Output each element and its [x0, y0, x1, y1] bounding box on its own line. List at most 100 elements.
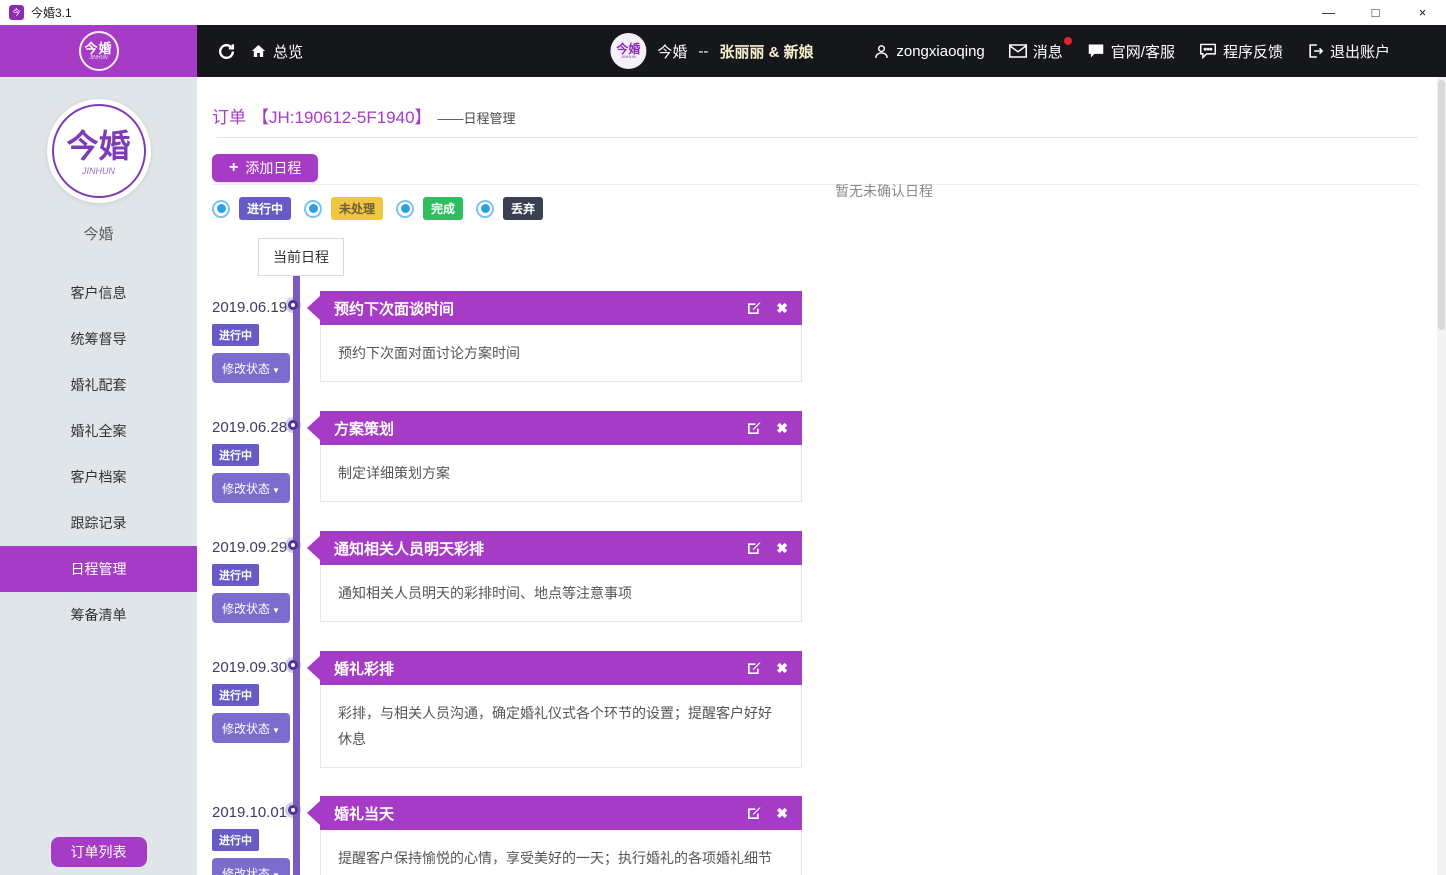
entry-status-badge: 进行中 — [212, 829, 259, 851]
logout-nav-item[interactable]: 退出账户 — [1307, 41, 1390, 62]
edit-icon[interactable] — [746, 805, 762, 821]
current-schedule-tab[interactable]: 当前日程 — [258, 238, 344, 276]
sidebar-menu: 客户信息 统筹督导 婚礼配套 婚礼全案 客户档案 跟踪记录 日程管理 — [0, 270, 197, 638]
status-filter: 丢弃 — [476, 197, 543, 220]
edit-icon[interactable] — [746, 300, 762, 316]
minimize-button[interactable]: — — [1305, 0, 1352, 25]
entry-meta: 2019.06.19 进行中 修改状态▼ — [212, 291, 292, 383]
logout-label: 退出账户 — [1330, 41, 1390, 62]
entry-status-badge: 进行中 — [212, 684, 259, 706]
sidebar-menu-item[interactable]: 婚礼配套 — [0, 362, 197, 408]
sidebar-menu-item[interactable]: 客户信息 — [0, 270, 197, 316]
sidebar-menu-item[interactable]: 筹备清单 — [0, 592, 197, 638]
timeline-entry: 2019.09.30 进行中 修改状态▼ 婚礼彩排 ✖ — [212, 651, 872, 768]
edit-icon[interactable] — [746, 420, 762, 436]
user-menu[interactable]: zongxiaoqing — [873, 43, 984, 60]
window-titlebar: 今 今婚3.1 — □ × — [0, 0, 1446, 25]
brand-name: 今婚 — [657, 41, 687, 62]
timeline-dot — [288, 805, 298, 815]
support-nav-item[interactable]: 官网/客服 — [1087, 41, 1175, 62]
status-filter: 完成 — [396, 197, 463, 220]
close-button[interactable]: × — [1399, 0, 1446, 25]
overview-nav-item[interactable]: 总览 — [250, 41, 303, 62]
feedback-nav-item[interactable]: 程序反馈 — [1199, 41, 1283, 62]
sidebar-menu-item[interactable]: 日程管理 — [0, 546, 197, 592]
status-filter-badge[interactable]: 未处理 — [331, 197, 383, 220]
scrollbar-thumb[interactable] — [1438, 80, 1445, 330]
status-filter-badge[interactable]: 完成 — [423, 197, 463, 220]
messages-nav-item[interactable]: 消息 — [1009, 41, 1063, 62]
page-title: 订单 【JH:190612-5F1940】 ——日程管理 — [212, 103, 1446, 128]
main-content: 订单 【JH:190612-5F1940】 ——日程管理 + 添加日程 进行中 … — [197, 77, 1446, 875]
schedule-card: 婚礼彩排 ✖ 彩排，与相关人员沟通，确定婚礼仪式各个环节的设置；提醒客户好好休息 — [320, 651, 802, 768]
sidebar-item-label: 婚礼配套 — [71, 375, 127, 395]
vertical-scrollbar[interactable] — [1437, 77, 1446, 875]
couple-names: 张丽丽 & 新娘 — [719, 41, 813, 62]
add-schedule-label: 添加日程 — [245, 158, 301, 178]
change-status-button[interactable]: 修改状态▼ — [212, 858, 290, 875]
card-arrow — [307, 801, 320, 825]
entry-meta: 2019.06.28 进行中 修改状态▼ — [212, 411, 292, 503]
sidebar-item-label: 客户信息 — [71, 283, 127, 303]
radio-button-icon[interactable] — [396, 200, 414, 218]
edit-icon[interactable] — [746, 540, 762, 556]
status-filter-badge[interactable]: 丢弃 — [503, 197, 543, 220]
sidebar-item-label: 统筹督导 — [71, 329, 127, 349]
card-header: 婚礼彩排 ✖ — [320, 651, 802, 685]
feedback-chat-icon — [1199, 43, 1217, 59]
messages-label: 消息 — [1033, 41, 1063, 62]
radio-button-icon[interactable] — [476, 200, 494, 218]
logout-icon — [1307, 43, 1324, 59]
card-header: 婚礼当天 ✖ — [320, 796, 802, 830]
status-filter-badge[interactable]: 进行中 — [239, 197, 291, 220]
top-nav: 今婚 JINHUN 总览 今婚 JINHUN 今婚 -- 张丽丽 & 新娘 zo… — [0, 25, 1446, 77]
sidebar-item-label: 客户档案 — [71, 467, 127, 487]
card-header: 预约下次面谈时间 ✖ — [320, 291, 802, 325]
card-description: 提醒客户保持愉悦的心情，享受美好的一天；执行婚礼的各项婚礼细节 — [320, 830, 802, 875]
timeline-dot — [288, 300, 298, 310]
sidebar-item-label: 筹备清单 — [71, 605, 127, 625]
card-description: 彩排，与相关人员沟通，确定婚礼仪式各个环节的设置；提醒客户好好休息 — [320, 685, 802, 768]
title-divider — [217, 137, 1418, 138]
card-arrow — [307, 536, 320, 560]
entry-meta: 2019.10.01 进行中 修改状态▼ — [212, 796, 292, 875]
schedule-card: 预约下次面谈时间 ✖ 预约下次面对面讨论方案时间 — [320, 291, 802, 383]
radio-button-icon[interactable] — [212, 200, 230, 218]
sidebar-menu-item[interactable]: 婚礼全案 — [0, 408, 197, 454]
sidebar-menu-item[interactable]: 统筹督导 — [0, 316, 197, 362]
nav-left-group: 总览 — [197, 41, 303, 62]
timeline-entry: 2019.06.19 进行中 修改状态▼ 预约下次面谈时间 ✖ — [212, 291, 872, 383]
card-title: 婚礼彩排 — [334, 658, 746, 679]
card-arrow — [307, 416, 320, 440]
timeline-dot — [288, 420, 298, 430]
add-schedule-button[interactable]: + 添加日程 — [212, 154, 318, 182]
schedule-card: 通知相关人员明天彩排 ✖ 通知相关人员明天的彩排时间、地点等注意事项 — [320, 531, 802, 623]
sidebar-menu-item[interactable]: 客户档案 — [0, 454, 197, 500]
entry-status-badge: 进行中 — [212, 324, 259, 346]
order-code: 【JH:190612-5F1940】 — [252, 103, 432, 128]
card-actions: ✖ — [746, 420, 788, 436]
entry-meta: 2019.09.30 进行中 修改状态▼ — [212, 651, 292, 768]
entry-date: 2019.09.29 — [212, 539, 292, 556]
card-title: 通知相关人员明天彩排 — [334, 538, 746, 559]
radio-button-icon[interactable] — [304, 200, 322, 218]
caret-down-icon: ▼ — [272, 486, 280, 495]
edit-icon[interactable] — [746, 660, 762, 676]
window-title: 今婚3.1 — [31, 4, 72, 21]
feedback-label: 程序反馈 — [1223, 41, 1283, 62]
page-title-suffix: ——日程管理 — [438, 108, 516, 127]
change-status-button[interactable]: 修改状态▼ — [212, 353, 290, 383]
sidebar-menu-item[interactable]: 跟踪记录 — [0, 500, 197, 546]
nav-brand-block: 今婚 JINHUN — [0, 25, 197, 77]
order-list-button[interactable]: 订单列表 — [51, 837, 147, 867]
change-status-button[interactable]: 修改状态▼ — [212, 593, 290, 623]
maximize-button[interactable]: □ — [1352, 0, 1399, 25]
change-status-button[interactable]: 修改状态▼ — [212, 473, 290, 503]
home-icon — [250, 43, 267, 59]
refresh-icon[interactable] — [217, 42, 236, 61]
status-filter-row: 进行中 未处理 完成 丢弃 — [212, 197, 1446, 220]
sidebar: 今婚 JINHUN 今婚 客户信息 统筹督导 婚礼配套 婚礼全案 客户档案 — [0, 77, 197, 875]
change-status-button[interactable]: 修改状态▼ — [212, 713, 290, 743]
card-actions: ✖ — [746, 540, 788, 556]
entry-date: 2019.06.28 — [212, 419, 292, 436]
